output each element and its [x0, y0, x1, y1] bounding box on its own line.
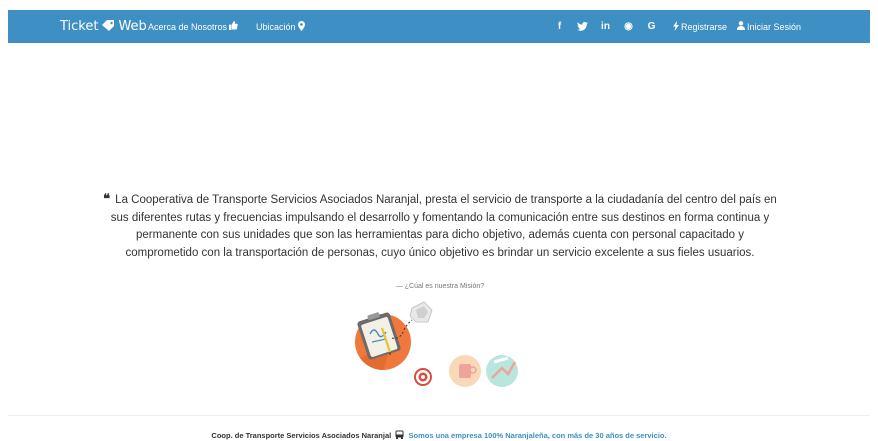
map-marker-icon: [297, 20, 305, 33]
pinterest-icon[interactable]: ◉: [617, 21, 640, 32]
linkedin-icon[interactable]: in: [594, 21, 617, 32]
mission-illustration: [352, 298, 532, 393]
facebook-icon[interactable]: f: [548, 21, 571, 32]
ticket-tag-icon: [101, 19, 115, 34]
nav-link-location[interactable]: Ubicación: [256, 20, 305, 33]
user-icon: [737, 21, 746, 32]
mission-quote: ❝ La Cooperativa de Transporte Servicios …: [100, 190, 780, 262]
bus-icon: [395, 430, 406, 440]
google-icon[interactable]: G: [640, 21, 663, 32]
twitter-icon[interactable]: [571, 21, 594, 32]
footer-slogan: Somos una empresa 100% Naranjaleña, con …: [408, 431, 667, 440]
thumbs-up-icon: [229, 21, 238, 32]
register-label: Registrarse: [681, 21, 728, 32]
login-button[interactable]: Iniciar Sesión: [737, 21, 801, 32]
nav-link-about-label: Acerca de Nosotros: [148, 21, 228, 32]
nav-right-menu: f in ◉ G Registrarse Iniciar Sesión: [548, 10, 801, 43]
mission-caption: — ¿Cúal es nuestra Misión?: [395, 283, 485, 290]
nav-link-about[interactable]: Acerca de Nosotros: [148, 21, 238, 32]
footer: Coop. de Transporte Servicios Asociados …: [0, 430, 878, 440]
brand-name-right: Web: [118, 19, 147, 34]
clipboard-illustration-icon: [355, 301, 433, 386]
nav-link-location-label: Ubicación: [256, 21, 296, 32]
mission-text: La Cooperativa de Transporte Servicios A…: [110, 194, 777, 259]
login-label: Iniciar Sesión: [747, 21, 802, 32]
chart-illustration-icon: [486, 355, 518, 387]
nav-left-menu: Acerca de Nosotros Ubicación: [148, 10, 323, 43]
bolt-icon: [673, 20, 679, 33]
footer-divider: [8, 415, 870, 416]
register-button[interactable]: Registrarse: [673, 20, 728, 33]
brand-logo-link[interactable]: Ticket Web: [60, 10, 147, 43]
brand-name-left: Ticket: [60, 19, 99, 34]
cup-illustration-icon: [449, 355, 481, 387]
footer-company: Coop. de Transporte Servicios Asociados …: [211, 431, 392, 440]
quote-left-icon: ❝: [103, 191, 110, 206]
top-navbar: Ticket Web Acerca de Nosotros Ubicación …: [8, 10, 870, 43]
